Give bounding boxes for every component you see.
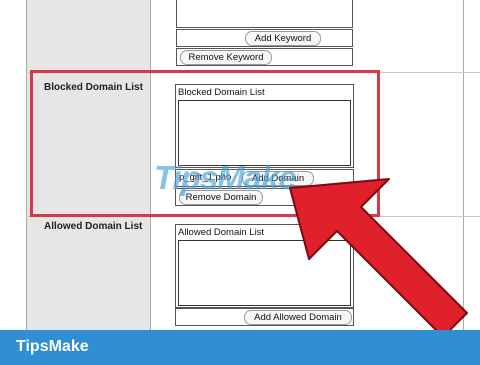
footer-bar: TipsMake	[0, 330, 480, 365]
brand-logo: TipsMake	[16, 338, 89, 355]
pointer-arrow-icon	[289, 178, 468, 330]
router-config-screen: Add Keyword Remove Keyword Blocked Domai…	[0, 0, 480, 330]
